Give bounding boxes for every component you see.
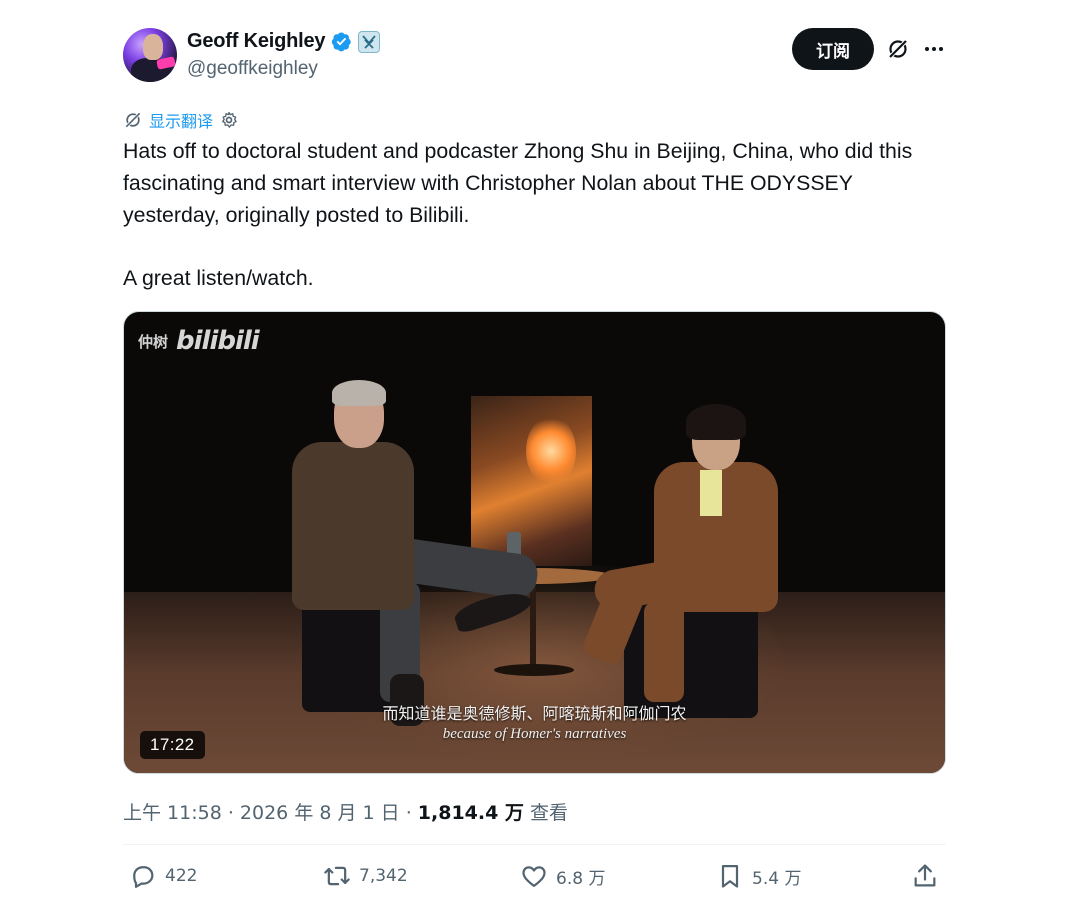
repost-button[interactable]: 7,342 — [323, 862, 408, 890]
bookmark-icon — [721, 864, 739, 888]
like-button[interactable]: 6.8 万 — [520, 862, 605, 890]
repost-icon — [324, 866, 350, 886]
show-translation-link[interactable]: 显示翻译 — [149, 108, 213, 132]
view-count: 1,814.4 万 — [417, 802, 524, 824]
avatar[interactable] — [123, 28, 177, 82]
reply-button[interactable]: 422 — [129, 862, 197, 890]
divider — [123, 844, 946, 845]
affiliate-badge-icon[interactable] — [358, 30, 381, 53]
author-display-name[interactable]: Geoff Keighley — [187, 30, 326, 53]
author-handle[interactable]: @geoffkeighley — [187, 58, 318, 80]
heart-icon — [522, 866, 546, 888]
verified-badge-icon[interactable] — [331, 31, 352, 52]
bookmark-count: 5.4 万 — [752, 868, 802, 889]
video-subtitle-english: because of Homer's narratives — [442, 726, 627, 742]
video-subtitle-chinese: 而知道谁是奥德修斯、阿喀琉斯和阿伽门农 — [382, 704, 687, 723]
video-watermark: 仲树 bilibili — [138, 326, 260, 356]
watermark-channel-name: 仲树 — [138, 332, 169, 351]
reply-count: 422 — [165, 866, 198, 886]
bookmark-button[interactable]: 5.4 万 — [716, 862, 801, 890]
reply-icon — [133, 866, 154, 888]
view-count-label: 查看 — [523, 802, 568, 824]
repost-count: 7,342 — [359, 866, 408, 886]
more-icon[interactable] — [922, 37, 946, 61]
share-icon — [914, 864, 936, 887]
tweet-time-link[interactable]: 上午 11:58 — [123, 802, 222, 824]
tweet-meta: 上午 11:58 · 2026 年 8 月 1 日 · 1,814.4 万 查看 — [123, 802, 568, 824]
tweet-actions: 422 7,342 6.8 万 5.4 万 — [123, 862, 946, 894]
author-name-row: Geoff Keighley — [187, 30, 381, 53]
tweet-text: Hats off to doctoral student and podcast… — [123, 139, 913, 291]
video-person-left — [292, 442, 414, 610]
video-duration-badge: 17:22 — [140, 731, 205, 759]
tweet-date-link[interactable]: 2026 年 8 月 1 日 — [240, 802, 400, 824]
video-poster-backdrop — [471, 396, 592, 566]
like-count: 6.8 万 — [556, 868, 606, 889]
share-button[interactable] — [911, 862, 939, 890]
show-translation-row[interactable]: 显示翻译 — [123, 108, 239, 132]
translate-grok-icon — [124, 111, 142, 129]
video-player[interactable]: 仲树 bilibili 而知道谁是奥德修斯、阿喀琉斯和阿伽门农 because … — [123, 311, 946, 774]
subscribe-button[interactable]: 订阅 — [792, 28, 874, 70]
bilibili-logo: bilibili — [176, 326, 260, 356]
translation-settings-gear-icon[interactable] — [219, 110, 239, 130]
grok-icon[interactable] — [886, 37, 910, 61]
